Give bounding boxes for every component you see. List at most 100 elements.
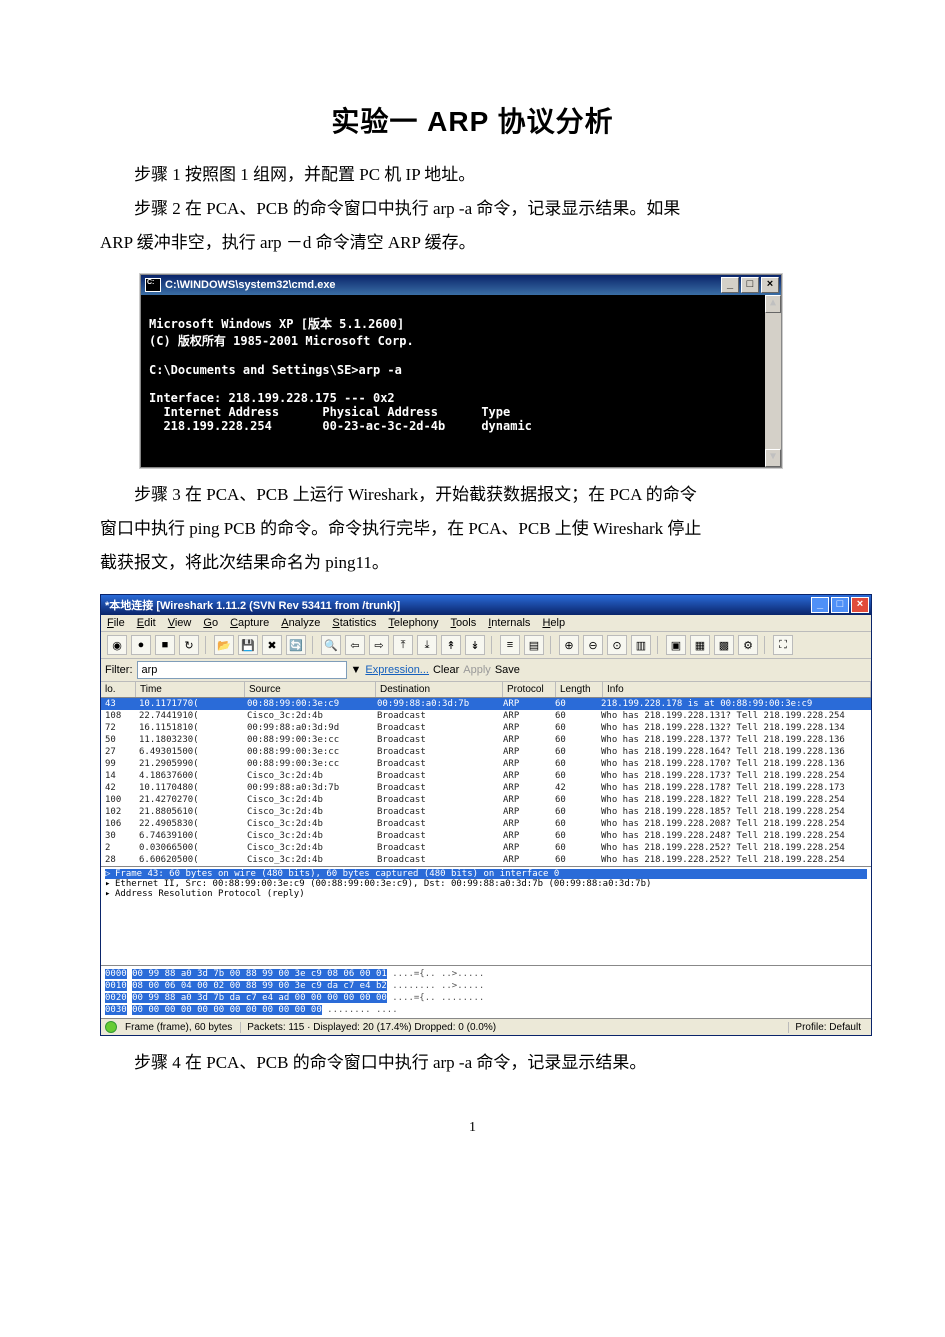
toolbar-rewind-icon[interactable]: ⤒ bbox=[393, 635, 413, 655]
cmd-iface: Interface: 218.199.228.175 --- 0x2 bbox=[149, 391, 395, 405]
toolbar-list2-icon[interactable]: ▤ bbox=[524, 635, 544, 655]
status-center: Packets: 115 · Displayed: 20 (17.4%) Dro… bbox=[240, 1022, 502, 1033]
step3-text-c: 截获报文，将此次结果命名为 ping11。 bbox=[100, 546, 845, 580]
toolbar-go2-icon[interactable]: ↡ bbox=[465, 635, 485, 655]
packet-row[interactable]: 4310.1171770(00:88:99:00:3e:c900:99:88:a… bbox=[101, 698, 871, 710]
toolbar-record-icon[interactable]: ● bbox=[131, 635, 151, 655]
toolbar-restart-icon[interactable]: ↻ bbox=[179, 635, 199, 655]
toolbar-zoomin-icon[interactable]: ⊕ bbox=[559, 635, 579, 655]
ws-maximize-button[interactable]: □ bbox=[831, 597, 849, 613]
wireshark-window: *本地连接 [Wireshark 1.11.2 (SVN Rev 53411 f… bbox=[100, 594, 872, 1036]
cmd-close-button[interactable]: × bbox=[761, 277, 779, 293]
menu-edit[interactable]: Edit bbox=[137, 617, 156, 629]
toolbar-reload-icon[interactable]: 🔄 bbox=[286, 635, 306, 655]
packet-row[interactable]: 20.03066500(Cisco_3c:2d:4bBroadcastARP60… bbox=[101, 842, 871, 854]
menu-analyze[interactable]: Analyze bbox=[281, 617, 320, 629]
menu-file[interactable]: File bbox=[107, 617, 125, 629]
toolbar-stop-icon[interactable]: ■ bbox=[155, 635, 175, 655]
menu-internals[interactable]: Internals bbox=[488, 617, 530, 629]
toolbar-settings-icon[interactable]: ⚙ bbox=[738, 635, 758, 655]
toolbar-color1-icon[interactable]: ▣ bbox=[666, 635, 686, 655]
col-length[interactable]: Length bbox=[556, 682, 603, 697]
scroll-up-icon[interactable]: ▲ bbox=[765, 295, 781, 313]
packet-row[interactable]: 276.49301500(00:88:99:00:3e:ccBroadcastA… bbox=[101, 746, 871, 758]
col-protocol[interactable]: Protocol bbox=[503, 682, 556, 697]
packet-hex-pane[interactable]: 0000 00 99 88 a0 3d 7b 00 88 99 00 3e c9… bbox=[101, 966, 871, 1018]
filter-apply-link[interactable]: Apply bbox=[463, 664, 491, 676]
toolbar-help-icon[interactable]: ⛶ bbox=[773, 635, 793, 655]
cmd-window: C:\WINDOWS\system32\cmd.exe _ □ × Micros… bbox=[140, 274, 782, 468]
packet-row[interactable]: 10221.8805610(Cisco_3c:2d:4bBroadcastARP… bbox=[101, 806, 871, 818]
filter-expression-link[interactable]: Expression... bbox=[365, 664, 429, 676]
menu-help[interactable]: Help bbox=[542, 617, 565, 629]
packet-row[interactable]: 4210.1170480(00:99:88:a0:3d:7bBroadcastA… bbox=[101, 782, 871, 794]
packet-row[interactable]: 306.74639100(Cisco_3c:2d:4bBroadcastARP6… bbox=[101, 830, 871, 842]
filter-label: Filter: bbox=[105, 664, 133, 676]
cmd-titlebar: C:\WINDOWS\system32\cmd.exe _ □ × bbox=[141, 275, 781, 295]
wireshark-menubar: File Edit View Go Capture Analyze Statistics Te… bbox=[101, 615, 871, 632]
packet-row[interactable]: 10622.4905830(Cisco_3c:2d:4bBroadcastARP… bbox=[101, 818, 871, 830]
toolbar-goend-icon[interactable]: ⤓ bbox=[417, 635, 437, 655]
step2-text-b: ARP 缓冲非空，执行 arp －d 命令清空 ARP 缓存。 bbox=[100, 226, 845, 260]
toolbar-close-icon[interactable]: ✖ bbox=[262, 635, 282, 655]
toolbar-save-icon[interactable]: 💾 bbox=[238, 635, 258, 655]
ws-close-button[interactable]: × bbox=[851, 597, 869, 613]
status-profile[interactable]: Profile: Default bbox=[788, 1022, 867, 1033]
packet-detail-pane[interactable]: ▷Frame 43: 60 bytes on wire (480 bits), … bbox=[101, 867, 871, 966]
toolbar-back-icon[interactable]: ⇦ bbox=[345, 635, 365, 655]
cmd-line1: Microsoft Windows XP [版本 5.1.2600] bbox=[149, 317, 404, 331]
cmd-maximize-button[interactable]: □ bbox=[741, 277, 759, 293]
menu-go[interactable]: Go bbox=[203, 617, 218, 629]
expand-icon[interactable]: ▸ bbox=[105, 889, 115, 899]
hex-row: 0000 00 99 88 a0 3d 7b 00 88 99 00 3e c9… bbox=[105, 968, 867, 980]
menu-statistics[interactable]: Statistics bbox=[332, 617, 376, 629]
expand-icon[interactable]: ▷ bbox=[105, 869, 115, 879]
cmd-icon bbox=[145, 278, 161, 292]
toolbar-zoomout-icon[interactable]: ⊖ bbox=[583, 635, 603, 655]
expand-icon[interactable]: ▸ bbox=[105, 879, 115, 889]
filter-input[interactable] bbox=[137, 661, 347, 679]
menu-view[interactable]: View bbox=[168, 617, 192, 629]
toolbar-cols-icon[interactable]: ▥ bbox=[631, 635, 651, 655]
packet-list[interactable]: 4310.1171770(00:88:99:00:3e:c900:99:88:a… bbox=[101, 698, 871, 867]
col-number[interactable]: lo. bbox=[101, 682, 136, 697]
menu-tools[interactable]: Tools bbox=[451, 617, 477, 629]
packet-row[interactable]: 7216.1151810(00:99:88:a0:3d:9dBroadcastA… bbox=[101, 722, 871, 734]
packet-row[interactable]: 10021.4270270(Cisco_3c:2d:4bBroadcastARP… bbox=[101, 794, 871, 806]
packet-row[interactable]: 144.18637600(Cisco_3c:2d:4bBroadcastARP6… bbox=[101, 770, 871, 782]
cmd-prompt1: C:\Documents and Settings\SE>arp -a bbox=[149, 363, 402, 377]
packet-row[interactable]: 10822.7441910(Cisco_3c:2d:4bBroadcastARP… bbox=[101, 710, 871, 722]
scroll-track[interactable] bbox=[765, 313, 781, 449]
packet-hscrollbar[interactable]: ◀▶ bbox=[101, 866, 871, 867]
filter-dropdown-icon[interactable]: ▼ bbox=[351, 664, 362, 676]
toolbar-circle-icon[interactable]: ◉ bbox=[107, 635, 127, 655]
menu-capture[interactable]: Capture bbox=[230, 617, 269, 629]
col-info[interactable]: Info bbox=[603, 682, 871, 697]
toolbar-open-icon[interactable]: 📂 bbox=[214, 635, 234, 655]
cmd-scrollbar[interactable]: ▲ ▼ bbox=[765, 295, 781, 467]
hex-row: 0030 00 00 00 00 00 00 00 00 00 00 00 00… bbox=[105, 1004, 867, 1016]
scroll-down-icon[interactable]: ▼ bbox=[765, 449, 781, 467]
filter-save-link[interactable]: Save bbox=[495, 664, 520, 676]
expert-info-icon[interactable] bbox=[105, 1021, 117, 1033]
toolbar-search-icon[interactable]: 🔍 bbox=[321, 635, 341, 655]
cmd-row: 218.199.228.254 00-23-ac-3c-2d-4b dynami… bbox=[149, 419, 532, 433]
ws-minimize-button[interactable]: _ bbox=[811, 597, 829, 613]
col-source[interactable]: Source bbox=[245, 682, 376, 697]
toolbar-color3-icon[interactable]: ▩ bbox=[714, 635, 734, 655]
packet-row[interactable]: 286.60620500(Cisco_3c:2d:4bBroadcastARP6… bbox=[101, 854, 871, 866]
page-title: 实验一 ARP 协议分析 bbox=[100, 100, 845, 140]
filter-clear-link[interactable]: Clear bbox=[433, 664, 459, 676]
toolbar-zoomreset-icon[interactable]: ⊙ bbox=[607, 635, 627, 655]
col-destination[interactable]: Destination bbox=[376, 682, 503, 697]
toolbar-list1-icon[interactable]: ≡ bbox=[500, 635, 520, 655]
cmd-minimize-button[interactable]: _ bbox=[721, 277, 739, 293]
toolbar-fwd-icon[interactable]: ⇨ bbox=[369, 635, 389, 655]
menu-telephony[interactable]: Telephony bbox=[388, 617, 438, 629]
toolbar-color2-icon[interactable]: ▦ bbox=[690, 635, 710, 655]
packet-row[interactable]: 5011.1803230(00:88:99:00:3e:ccBroadcastA… bbox=[101, 734, 871, 746]
packet-row[interactable]: 9921.2905990(00:88:99:00:3e:ccBroadcastA… bbox=[101, 758, 871, 770]
toolbar-go1-icon[interactable]: ↟ bbox=[441, 635, 461, 655]
cmd-body[interactable]: Microsoft Windows XP [版本 5.1.2600] (C) 版… bbox=[141, 295, 781, 467]
col-time[interactable]: Time bbox=[136, 682, 245, 697]
